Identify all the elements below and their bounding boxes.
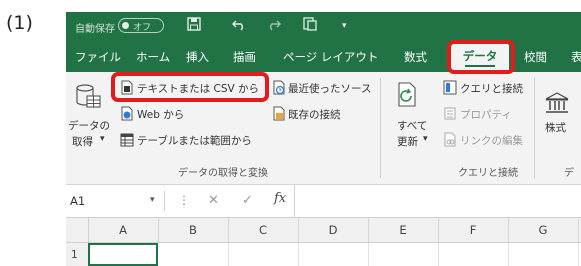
row-number: 1 <box>71 249 78 261</box>
cell-divider <box>228 243 229 266</box>
column-divider <box>158 218 159 242</box>
column-header-f[interactable]: F <box>463 223 483 237</box>
column-header-row: A B C D E F G <box>66 218 581 243</box>
formula-input[interactable] <box>294 185 581 217</box>
stocks-label[interactable]: 株式 <box>545 120 566 135</box>
column-header-c[interactable]: C <box>253 223 273 237</box>
properties-icon <box>443 106 457 125</box>
group-separator <box>380 78 381 178</box>
column-header-d[interactable]: D <box>323 223 343 237</box>
undo-icon[interactable] <box>231 16 247 36</box>
queries-connections-label[interactable]: クエリと接続 <box>460 81 523 96</box>
cell-divider <box>368 243 369 266</box>
recent-sources-label[interactable]: 最近使ったソース <box>288 81 371 96</box>
touch-mode-icon[interactable] <box>302 16 318 36</box>
get-data-line2[interactable]: 取得 <box>72 134 93 149</box>
cell-divider <box>438 243 439 266</box>
refresh-all-line2[interactable]: 更新 <box>397 134 418 149</box>
select-all-corner[interactable] <box>66 218 89 242</box>
cancel-icon[interactable]: ✕ <box>208 193 219 208</box>
cell-divider <box>578 243 579 266</box>
column-divider <box>578 218 579 242</box>
tab-view[interactable]: 表 <box>571 49 581 65</box>
from-web-label[interactable]: Web から <box>137 107 184 122</box>
column-header-e[interactable]: E <box>393 223 413 237</box>
table-icon <box>120 132 134 151</box>
web-file-icon <box>120 106 134 125</box>
existing-connections-label[interactable]: 既存の接続 <box>288 107 341 122</box>
column-header-b[interactable]: B <box>183 223 203 237</box>
group-label-get-transform: データの取得と変換 <box>178 168 268 179</box>
selected-cell-a1[interactable] <box>88 243 158 266</box>
autosave-state: オフ <box>133 23 152 33</box>
from-table-range-label[interactable]: テーブルまたは範囲から <box>137 133 252 148</box>
get-data-line1[interactable]: データの <box>68 118 110 133</box>
refresh-all-line1[interactable]: すべて <box>397 118 427 133</box>
group-label-queries: クエリと接続 <box>458 168 518 179</box>
tab-file[interactable]: ファイル <box>75 49 121 65</box>
highlight-text-csv <box>111 72 269 102</box>
recent-sources-icon <box>272 80 286 99</box>
column-divider <box>508 218 509 242</box>
floppy-disk-icon[interactable] <box>186 16 202 36</box>
row-header-1[interactable]: 1 <box>66 243 89 266</box>
name-box[interactable]: A1 ▾ <box>66 191 165 211</box>
highlight-data-tab <box>447 40 515 74</box>
insert-function-icon[interactable]: fx <box>274 191 286 206</box>
tab-formulas[interactable]: 数式 <box>404 49 427 65</box>
refresh-dropdown-icon[interactable]: ▾ <box>423 134 428 144</box>
column-divider <box>228 218 229 242</box>
refresh-all-icon[interactable] <box>396 82 420 112</box>
excel-window: 自動保存 オフ ▾ ファイル ホーム 挿入 描画 ページ レイアウト 数式 デー… <box>66 12 581 266</box>
column-divider <box>368 218 369 242</box>
cell-divider <box>298 243 299 266</box>
enter-icon[interactable]: ✓ <box>242 193 253 208</box>
tab-insert[interactable]: 挿入 <box>186 49 209 65</box>
column-header-a[interactable]: A <box>113 223 133 237</box>
formula-bar: A1 ▾ ⋮ ✕ ✓ fx <box>66 185 581 218</box>
stocks-bank-icon[interactable] <box>544 92 570 118</box>
name-box-value: A1 <box>70 194 86 208</box>
tab-home[interactable]: ホーム <box>136 49 170 65</box>
tab-page-layout[interactable]: ページ レイアウト <box>283 49 378 65</box>
tab-draw[interactable]: 描画 <box>233 49 256 65</box>
title-bar: 自動保存 オフ ▾ <box>66 12 581 40</box>
cell-divider <box>508 243 509 266</box>
column-header-g[interactable]: G <box>533 223 553 237</box>
autosave-label: 自動保存 <box>75 24 115 35</box>
redo-icon[interactable] <box>266 16 282 36</box>
queries-connections-icon <box>443 80 457 99</box>
autosave-toggle[interactable]: オフ <box>118 18 164 33</box>
column-divider <box>438 218 439 242</box>
group-separator-2 <box>534 78 535 178</box>
edit-links-icon <box>443 132 457 151</box>
get-data-dropdown-icon[interactable]: ▾ <box>100 134 105 144</box>
edit-links-label[interactable]: リンクの編集 <box>460 133 523 148</box>
name-box-dropdown-icon[interactable]: ▾ <box>150 195 155 205</box>
column-divider <box>298 218 299 242</box>
step-label: (1) <box>6 12 33 34</box>
properties-label[interactable]: プロパティ <box>460 107 512 122</box>
existing-connections-icon <box>272 106 286 125</box>
toggle-knob <box>122 22 129 29</box>
database-icon[interactable] <box>74 82 102 114</box>
customize-arrow-icon[interactable]: ▾ <box>342 21 347 31</box>
tab-review[interactable]: 校閲 <box>524 49 547 65</box>
formula-bar-grip-icon[interactable]: ⋮ <box>178 193 190 207</box>
